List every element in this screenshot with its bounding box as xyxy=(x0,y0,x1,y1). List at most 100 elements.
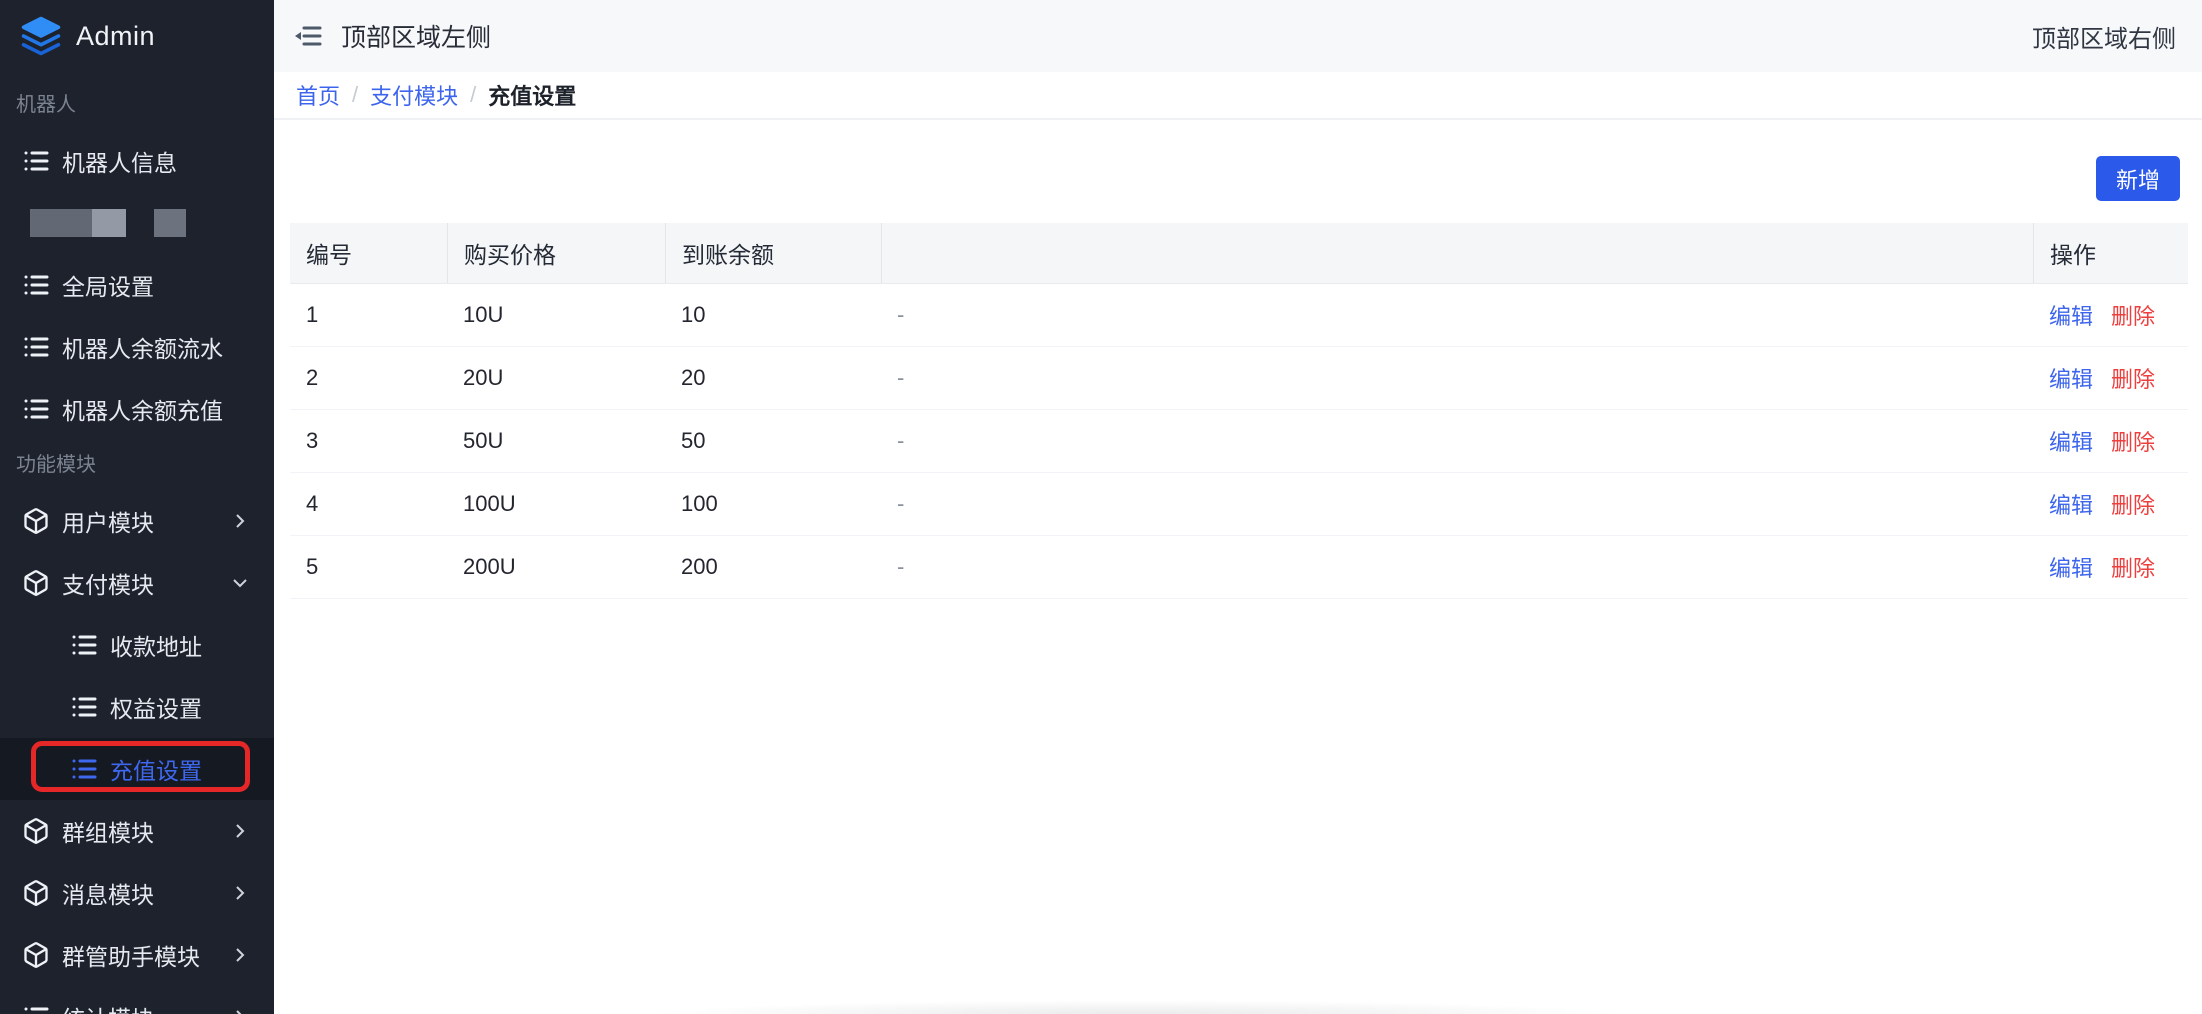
bottom-shadow xyxy=(640,1000,1630,1014)
edit-link[interactable]: 编辑 xyxy=(2049,362,2093,394)
header-cell-extra xyxy=(881,223,2033,283)
main-area: 顶部区域左侧 顶部区域右侧 首页 / 支付模块 / 充值设置 新增 编号 购买价… xyxy=(274,0,2202,1014)
chevron-right-icon xyxy=(232,885,248,901)
redacted-block xyxy=(30,209,92,237)
redacted-block xyxy=(154,209,186,237)
table-row: 5 200U 200 - 编辑 删除 xyxy=(290,536,2188,599)
edit-link[interactable]: 编辑 xyxy=(2049,425,2093,457)
sidebar-item-recharge-settings[interactable]: 充值设置 xyxy=(0,738,274,800)
cube-icon xyxy=(22,879,50,907)
sidebar-item-user-module[interactable]: 用户模块 xyxy=(0,490,274,552)
cell-price: 20U xyxy=(447,365,665,391)
list-icon xyxy=(70,755,98,783)
page-content: 新增 编号 购买价格 到账余额 操作 1 10U 10 - 编辑 删除 xyxy=(274,120,2202,1014)
sidebar-item-statistics-module[interactable]: 统计模块 xyxy=(0,986,274,1014)
sidebar-item-robot-balance-recharge[interactable]: 机器人余额充值 xyxy=(0,378,274,440)
list-icon xyxy=(22,147,50,175)
cell-amount: 200 xyxy=(665,554,881,580)
edit-link[interactable]: 编辑 xyxy=(2049,551,2093,583)
delete-link[interactable]: 删除 xyxy=(2111,488,2155,520)
sidebar-item-robot-info[interactable]: 机器人信息 xyxy=(0,130,274,192)
sidebar-item-label: 用户模块 xyxy=(62,504,154,538)
sidebar-item-global-settings[interactable]: 全局设置 xyxy=(0,254,274,316)
sidebar-item-label: 统计模块 xyxy=(62,1000,154,1014)
recharge-settings-table: 编号 购买价格 到账余额 操作 1 10U 10 - 编辑 删除 xyxy=(290,223,2188,599)
cell-extra: - xyxy=(881,491,2033,517)
topbar-left-title: 顶部区域左侧 xyxy=(341,18,491,54)
sidebar-item-label: 支付模块 xyxy=(62,566,154,600)
cell-id: 2 xyxy=(290,365,447,391)
redacted-gap xyxy=(126,209,154,237)
cube-icon xyxy=(22,507,50,535)
sidebar-item-payment-module[interactable]: 支付模块 xyxy=(0,552,274,614)
sidebar-item-message-module[interactable]: 消息模块 xyxy=(0,862,274,924)
sidebar-item-group-assistant-module[interactable]: 群管助手模块 xyxy=(0,924,274,986)
list-icon xyxy=(22,1003,50,1014)
list-icon xyxy=(22,271,50,299)
cell-extra: - xyxy=(881,428,2033,454)
delete-link[interactable]: 删除 xyxy=(2111,299,2155,331)
sidebar-item-label: 收款地址 xyxy=(110,628,202,662)
chevron-down-icon xyxy=(232,575,248,591)
cell-price: 10U xyxy=(447,302,665,328)
layers-logo-icon xyxy=(20,15,62,57)
sidebar-item-label: 机器人余额流水 xyxy=(62,330,223,364)
sidebar-item-label: 权益设置 xyxy=(110,690,202,724)
sidebar-item-label: 充值设置 xyxy=(110,752,202,786)
cell-amount: 20 xyxy=(665,365,881,391)
cube-icon xyxy=(22,941,50,969)
menu-fold-icon[interactable] xyxy=(293,21,323,51)
app-logo: Admin xyxy=(0,0,274,72)
header-cell-actions: 操作 xyxy=(2033,223,2188,283)
delete-link[interactable]: 删除 xyxy=(2111,551,2155,583)
cell-extra: - xyxy=(881,365,2033,391)
sidebar-item-redacted[interactable] xyxy=(0,192,274,254)
list-icon xyxy=(22,395,50,423)
cell-amount: 10 xyxy=(665,302,881,328)
add-button[interactable]: 新增 xyxy=(2096,156,2180,201)
cell-actions: 编辑 删除 xyxy=(2033,362,2188,394)
topbar: 顶部区域左侧 顶部区域右侧 xyxy=(274,0,2202,72)
sidebar-item-rights-settings[interactable]: 权益设置 xyxy=(0,676,274,738)
breadcrumb-payment-module[interactable]: 支付模块 xyxy=(370,79,458,111)
sidebar-item-label: 群管助手模块 xyxy=(62,938,200,972)
sidebar: Admin 机器人 机器人信息 全局设置 机器人余额流水 xyxy=(0,0,274,1014)
cell-id: 1 xyxy=(290,302,447,328)
cell-extra: - xyxy=(881,554,2033,580)
edit-link[interactable]: 编辑 xyxy=(2049,488,2093,520)
sidebar-item-robot-balance-flow[interactable]: 机器人余额流水 xyxy=(0,316,274,378)
table-header: 编号 购买价格 到账余额 操作 xyxy=(290,223,2188,284)
sidebar-item-label: 机器人信息 xyxy=(62,144,177,178)
cell-price: 200U xyxy=(447,554,665,580)
cell-actions: 编辑 删除 xyxy=(2033,425,2188,457)
breadcrumb-home[interactable]: 首页 xyxy=(296,79,340,111)
cell-extra: - xyxy=(881,302,2033,328)
sidebar-item-group-module[interactable]: 群组模块 xyxy=(0,800,274,862)
cell-price: 100U xyxy=(447,491,665,517)
table-row: 3 50U 50 - 编辑 删除 xyxy=(290,410,2188,473)
list-icon xyxy=(70,631,98,659)
delete-link[interactable]: 删除 xyxy=(2111,425,2155,457)
cell-id: 5 xyxy=(290,554,447,580)
sidebar-item-collection-address[interactable]: 收款地址 xyxy=(0,614,274,676)
table-row: 4 100U 100 - 编辑 删除 xyxy=(290,473,2188,536)
breadcrumb: 首页 / 支付模块 / 充值设置 xyxy=(274,72,2202,120)
table-row: 1 10U 10 - 编辑 删除 xyxy=(290,284,2188,347)
topbar-right-title: 顶部区域右侧 xyxy=(2032,19,2176,54)
cell-price: 50U xyxy=(447,428,665,454)
sidebar-item-label: 机器人余额充值 xyxy=(62,392,223,426)
admin-app-window: Admin 机器人 机器人信息 全局设置 机器人余额流水 xyxy=(0,0,2202,1014)
sidebar-item-label: 群组模块 xyxy=(62,814,154,848)
chevron-right-icon xyxy=(232,1009,248,1014)
cell-amount: 100 xyxy=(665,491,881,517)
cell-id: 4 xyxy=(290,491,447,517)
cell-actions: 编辑 删除 xyxy=(2033,299,2188,331)
app-name: Admin xyxy=(76,21,155,52)
sidebar-item-label: 全局设置 xyxy=(62,268,154,302)
cell-amount: 50 xyxy=(665,428,881,454)
edit-link[interactable]: 编辑 xyxy=(2049,299,2093,331)
delete-link[interactable]: 删除 xyxy=(2111,362,2155,394)
header-cell-id: 编号 xyxy=(290,223,447,283)
chevron-right-icon xyxy=(232,823,248,839)
cell-actions: 编辑 删除 xyxy=(2033,488,2188,520)
